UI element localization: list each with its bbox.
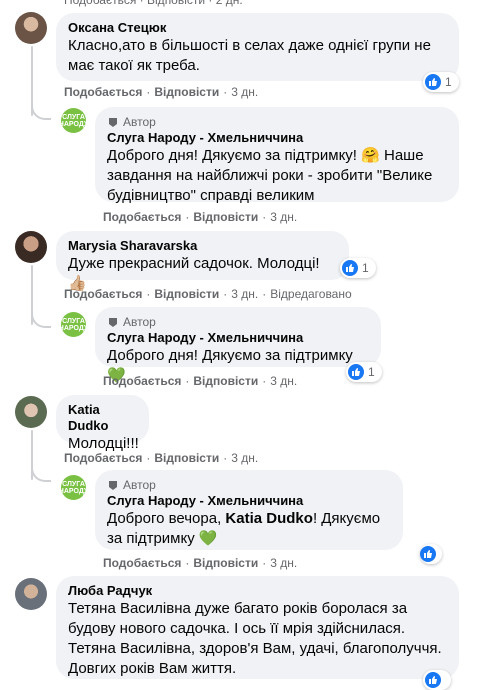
top-partial-actions: Подобається · Відповісти · 2 дн. bbox=[64, 0, 243, 7]
comment-author[interactable]: Люба Радчук bbox=[68, 583, 447, 599]
author-badge-icon bbox=[109, 118, 117, 127]
reply-author[interactable]: Слуга Народу - Хмельниччина bbox=[107, 493, 391, 509]
comment-text: Класно,ато в більшості в селах даже одні… bbox=[68, 37, 431, 74]
like-icon bbox=[342, 260, 358, 276]
reply-bubble: Автор Слуга Народу - Хмельниччина Доброг… bbox=[95, 470, 403, 550]
reaction-count[interactable]: 1 bbox=[423, 72, 459, 92]
comment-time[interactable]: 3 дн. bbox=[231, 287, 258, 301]
reply-author[interactable]: Слуга Народу - Хмельниччина bbox=[107, 130, 447, 146]
reply-actions: Подобається · Відповісти · 3 дн. bbox=[103, 556, 298, 570]
author-badge: Автор bbox=[107, 477, 391, 493]
reply-author[interactable]: Слуга Народу - Хмельниччина bbox=[107, 330, 369, 346]
reaction-number: 1 bbox=[368, 365, 375, 379]
comment-time[interactable]: 3 дн. bbox=[231, 451, 258, 465]
like-link[interactable]: Подобається bbox=[64, 451, 142, 465]
like-icon bbox=[425, 74, 441, 90]
like-icon bbox=[425, 672, 441, 688]
reply-link[interactable]: Відповісти bbox=[193, 556, 258, 570]
reply-link[interactable]: Відповісти bbox=[154, 85, 219, 99]
comment-author[interactable]: Katia Dudko bbox=[68, 402, 137, 434]
reply-link[interactable]: Відповісти bbox=[193, 210, 258, 224]
thread-curve bbox=[31, 308, 51, 328]
like-icon bbox=[348, 364, 364, 380]
comment-bubble: Оксана Стецюк Класно,ато в більшості в с… bbox=[56, 13, 459, 81]
like-link[interactable]: Подобається bbox=[64, 85, 142, 99]
comment-author[interactable]: Оксана Стецюк bbox=[68, 20, 447, 36]
edited-label[interactable]: Відредаговано bbox=[270, 287, 351, 301]
reaction-count[interactable]: 1 bbox=[346, 362, 382, 382]
avatar[interactable] bbox=[15, 231, 47, 263]
thread-curve bbox=[31, 100, 51, 120]
reaction-number: 1 bbox=[445, 75, 452, 89]
like-link[interactable]: Подобається bbox=[103, 374, 181, 388]
avatar[interactable] bbox=[15, 396, 47, 428]
brand-avatar[interactable]: СЛУГА НАРОДУ bbox=[61, 475, 86, 500]
comment-bubble: Люба Радчук Тетяна Василівна дуже багато… bbox=[56, 576, 459, 679]
reaction-count[interactable]: 1 bbox=[340, 258, 376, 278]
reaction-count-partial[interactable] bbox=[423, 670, 451, 690]
author-badge-icon bbox=[109, 318, 117, 327]
author-badge-icon bbox=[109, 481, 117, 490]
reply-text: Доброго вечора, Katia Dudko! Дякуємо за … bbox=[107, 509, 391, 549]
reaction-count-icon-only[interactable] bbox=[420, 544, 442, 564]
like-icon bbox=[420, 546, 436, 562]
like-link[interactable]: Подобається bbox=[103, 210, 181, 224]
comment-time[interactable]: 3 дн. bbox=[231, 85, 258, 99]
comment-bubble: Marysia Sharavarska Дуже прекрасний садо… bbox=[56, 231, 349, 292]
avatar[interactable] bbox=[15, 578, 47, 610]
comment-author[interactable]: Marysia Sharavarska bbox=[68, 238, 337, 254]
reply-link[interactable]: Відповісти bbox=[154, 287, 219, 301]
thread-curve bbox=[31, 462, 51, 482]
reply-actions: Подобається · Відповісти · 3 дн. bbox=[103, 374, 298, 388]
brand-avatar[interactable]: СЛУГА НАРОДУ bbox=[61, 312, 86, 337]
mention-link[interactable]: Katia Dudko bbox=[225, 510, 313, 527]
comment-text: Тетяна Василівна дуже багато років борол… bbox=[68, 600, 442, 677]
comment-time[interactable]: 3 дн. bbox=[270, 556, 297, 570]
like-link[interactable]: Подобається bbox=[64, 287, 142, 301]
reply-bubble: Автор Слуга Народу - Хмельниччина Доброг… bbox=[95, 307, 381, 384]
comment-actions: Подобається · Відповісти · 3 дн. bbox=[64, 451, 259, 465]
avatar[interactable] bbox=[15, 12, 47, 44]
comment-actions: Подобається · Відповісти · 3 дн. · Відредагова… bbox=[64, 287, 352, 301]
comment-actions: Подобається · Відповісти · 3 дн. bbox=[64, 85, 259, 99]
like-link[interactable]: Подобається bbox=[103, 556, 181, 570]
reply-link[interactable]: Відповісти bbox=[193, 374, 258, 388]
comment-bubble: Katia Dudko Молодці!!! bbox=[56, 395, 149, 452]
reply-text-prefix: Доброго вечора, bbox=[107, 510, 226, 527]
reply-link[interactable]: Відповісти bbox=[154, 451, 219, 465]
reply-text: Доброго дня! Дякуємо за підтримку! 🤗 Наш… bbox=[107, 147, 433, 204]
author-badge: Автор bbox=[107, 314, 369, 330]
author-badge: Автор bbox=[107, 114, 447, 130]
comment-time[interactable]: 3 дн. bbox=[270, 374, 297, 388]
comment-time[interactable]: 3 дн. bbox=[270, 210, 297, 224]
reply-bubble: Автор Слуга Народу - Хмельниччина Доброг… bbox=[95, 107, 459, 204]
reply-actions: Подобається · Відповісти · 3 дн. bbox=[103, 210, 298, 224]
brand-avatar[interactable]: СЛУГА НАРОДУ bbox=[61, 108, 86, 133]
reaction-number: 1 bbox=[362, 261, 369, 275]
